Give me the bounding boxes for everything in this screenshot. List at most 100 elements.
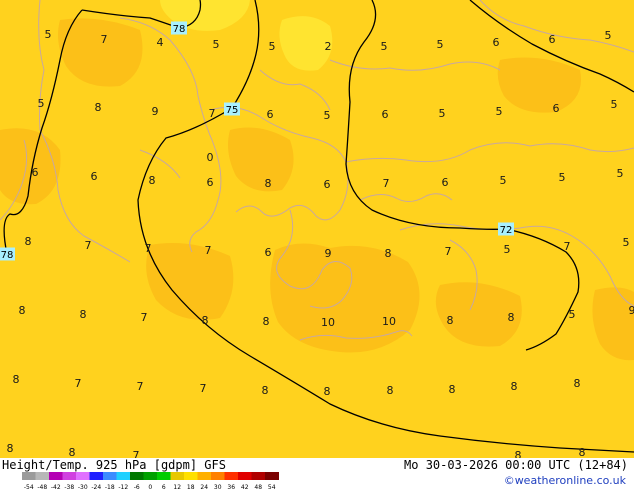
legend-swatch [157,472,171,480]
temperature-value: 6 [382,108,389,121]
legend-tick-label: 54 [268,484,276,490]
contour-label-text: 72 [500,225,513,236]
legend-swatch [143,472,158,480]
legend-swatch [197,472,212,480]
legend-swatch [49,472,63,480]
temperature-value: 5 [437,38,444,51]
temperature-value: 5 [381,40,388,53]
temperature-value: 8 [508,311,515,324]
temperature-value: 8 [385,247,392,260]
temperature-value: 0 [207,151,214,164]
temperature-value: 6 [265,246,272,259]
temperature-value: 2 [325,40,332,53]
temperature-value: 5 [213,38,220,51]
temperature-value: 5 [605,29,612,42]
legend-tick-label: -54 [24,484,34,490]
temperature-value: 8 [265,177,272,190]
temperature-value: 8 [324,385,331,398]
temperature-value: 8 [574,377,581,390]
temperature-value: 8 [579,446,586,458]
legend-tick-label: 18 [187,484,195,490]
temperature-value: 9 [152,105,159,118]
temperature-value: 5 [45,28,52,41]
temperature-value: 8 [449,383,456,396]
temperature-value: 9 [325,247,332,260]
temperature-value: 10 [321,316,335,329]
contour-height-label: 78 [0,247,15,261]
temperature-value: 8 [13,373,20,386]
legend-tick-label: -12 [118,484,128,490]
temperature-value: 6 [267,108,274,121]
temperature-value: 10 [382,315,396,328]
temperature-value: 7 [564,240,571,253]
temperature-value: 6 [493,36,500,49]
temperature-value: 8 [95,101,102,114]
legend-tick-label: -24 [91,484,101,490]
legend-swatch [211,472,225,480]
temperature-value: 6 [549,33,556,46]
temperature-value: 5 [611,98,618,111]
legend-tick-label: -6 [134,484,140,490]
legend-tick-label: 30 [214,484,222,490]
temperature-value: 6 [324,178,331,191]
temperature-value: 5 [38,97,45,110]
legend-swatch [184,472,198,480]
temperature-value: 5 [324,109,331,122]
map-footer: Height/Temp. 925 hPa [gdpm] GFS Mo 30-03… [0,458,634,490]
legend-swatch [35,472,50,480]
legend-swatch [89,472,104,480]
legend-tick-label: 12 [173,484,181,490]
temperature-value: 7 [205,244,212,257]
legend-swatch [130,472,144,480]
temperature-value: 6 [32,166,39,179]
legend-swatch [224,472,239,480]
legend-tick-label: -38 [64,484,74,490]
temperature-value: 8 [69,446,76,458]
legend-tick-label: 6 [162,484,166,490]
run-timestamp: Mo 30-03-2026 00:00 UTC (12+84) [404,458,628,472]
contour-label-text: 78 [1,250,14,261]
temperature-value: 7 [137,380,144,393]
legend-tick-label: 36 [227,484,235,490]
temperature-value: 8 [19,304,26,317]
temperature-value: 5 [623,236,630,249]
temperature-value: 8 [387,384,394,397]
temperature-value: 7 [75,377,82,390]
source-credit[interactable]: ©weatheronline.co.uk [504,474,626,487]
temperature-value: 4 [157,36,164,49]
legend-tick-label: -18 [105,484,115,490]
temperature-value: 5 [439,107,446,120]
legend-tick-label: -42 [51,484,61,490]
temperature-value: 7 [141,311,148,324]
legend-tick-label: 0 [148,484,152,490]
temperature-value: 7 [383,177,390,190]
weather-map: 5 7 4 5 5 2 5 5 6 6 5 5 8 9 7 6 5 6 5 5 6 5 6 6 8 6 8 6 7 6 5 5 5 0 8 7 7 7 6 9… [0,0,634,458]
temperature-value: 5 [559,171,566,184]
legend-swatch [265,472,279,480]
temperature-value: 5 [500,174,507,187]
contour-label-text: 75 [226,105,239,116]
contour-label-text: 78 [173,24,186,35]
legend-swatch [170,472,185,480]
temperature-value: 6 [207,176,214,189]
temperature-value: 5 [496,105,503,118]
contour-height-label: 72 [498,222,514,236]
map-title: Height/Temp. 925 hPa [gdpm] GFS [2,458,226,472]
temperature-value: 8 [25,235,32,248]
legend-tick-label: -48 [37,484,47,490]
temperature-value: 7 [209,107,216,120]
contour-height-label: 75 [224,102,240,116]
temperature-value: 8 [7,442,14,455]
temperature-value: 5 [269,40,276,53]
temperature-value: 8 [263,315,270,328]
temperature-value: 7 [85,239,92,252]
legend-tick-label: -30 [78,484,88,490]
legend-tick-label: 42 [241,484,249,490]
color-scale-legend: -54 -48 -42 -38 -30 -24 -18 -12 -6 0 6 12 18 24 30 36 42… [22,472,279,490]
contour-height-label: 78 [171,21,187,35]
temperature-value: 8 [202,314,209,327]
temperature-value: 5 [569,308,576,321]
temperature-value: 7 [445,245,452,258]
temperature-value: 8 [447,314,454,327]
temperature-value: 7 [145,242,152,255]
